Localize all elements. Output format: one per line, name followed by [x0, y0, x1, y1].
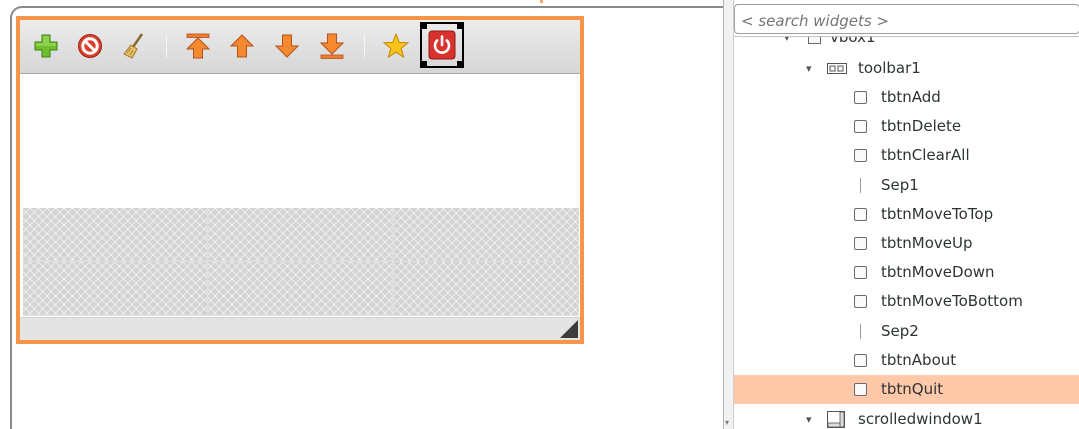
arrow-to-bottom-icon[interactable] — [318, 32, 346, 60]
tree-label: Sep1 — [881, 175, 919, 194]
separator-icon — [860, 323, 861, 339]
tree-row-tbtnclearall[interactable]: tbtnClearAll — [734, 141, 1079, 170]
tree-row-tbtndelete[interactable]: tbtnDelete — [734, 112, 1079, 141]
tree-row-scrolledwindow[interactable]: ▾ scrolledwindow1 — [734, 405, 1079, 429]
tree-label: tbtnMoveDown — [881, 263, 995, 282]
tool-button-icon — [854, 266, 867, 280]
tree-label: tbtnAdd — [881, 88, 941, 106]
panel-gutter: ▾ — [724, 0, 734, 429]
expander-icon[interactable]: ▾ — [806, 414, 818, 425]
tree-row-vbox[interactable]: ▾ vbox1 — [734, 36, 1079, 52]
selection-handle-bl[interactable] — [420, 61, 427, 68]
placeholder-cell[interactable] — [208, 208, 392, 261]
quit-button-selection[interactable] — [420, 22, 464, 68]
tool-button-icon — [854, 207, 867, 221]
placeholder-cell[interactable] — [23, 208, 207, 261]
placeholder-cell[interactable] — [393, 208, 579, 261]
tree-label: tbtnMoveToBottom — [881, 292, 1023, 311]
search-widgets-input[interactable] — [734, 4, 1079, 34]
toolbar-separator-2 — [364, 34, 365, 58]
toolbar-icon — [827, 63, 847, 74]
tree-label: tbtnClearAll — [881, 146, 970, 165]
selection-handle-br[interactable] — [457, 61, 464, 68]
status-bar — [20, 317, 580, 340]
selection-handle-tr[interactable] — [457, 22, 464, 29]
tool-button-icon — [854, 353, 867, 367]
tree-label: tbtnAbout — [881, 350, 957, 369]
tree-row-toolbar[interactable]: ▾ toolbar1 — [734, 54, 1079, 83]
separator-icon — [860, 177, 861, 193]
placeholder-cell[interactable] — [23, 262, 207, 315]
plus-icon[interactable] — [32, 32, 60, 60]
tree-label: scrolledwindow1 — [858, 410, 983, 428]
placeholder-cell[interactable] — [393, 262, 579, 315]
tool-button-icon — [854, 91, 867, 104]
tree-row-tbtnmovedown[interactable]: tbtnMoveDown — [734, 258, 1079, 287]
tree-label: vbox1 — [830, 36, 876, 46]
star-icon[interactable] — [382, 32, 410, 60]
tree-label: Sep2 — [881, 321, 919, 340]
canvas-marker — [540, 0, 543, 3]
arrow-up-icon[interactable] — [228, 32, 256, 60]
tool-button-icon — [854, 120, 867, 134]
scroll-down-arrow-icon[interactable]: ▾ — [725, 418, 729, 427]
selection-handle-tl[interactable] — [420, 22, 427, 29]
expander-icon[interactable]: ▾ — [806, 63, 818, 74]
tree-label: toolbar1 — [858, 59, 921, 77]
toolbar-separator-1 — [166, 34, 167, 58]
tree-row-sep2[interactable]: Sep2 — [734, 317, 1079, 346]
tool-button-icon — [854, 295, 867, 309]
tool-button-icon — [854, 237, 867, 250]
arrow-down-icon[interactable] — [273, 32, 301, 60]
tree-row-tbtnquit[interactable]: tbtnQuit — [734, 375, 1079, 404]
tree-row-tbtnmoveup[interactable]: tbtnMoveUp — [734, 229, 1079, 258]
design-canvas[interactable] — [0, 0, 723, 429]
tool-button-icon — [854, 383, 867, 396]
tree-row-tbtnmovetobottom[interactable]: tbtnMoveToBottom — [734, 287, 1079, 316]
resize-grip-icon[interactable] — [560, 320, 578, 338]
widget-tree[interactable]: ▾ vbox1 ▾ toolbar1 ▾ scrolledwindow1 tbt… — [734, 36, 1079, 429]
tree-row-tbtnadd[interactable]: tbtnAdd — [734, 83, 1079, 112]
tree-row-sep1[interactable]: Sep1 — [734, 171, 1079, 200]
toolbar-preview[interactable] — [20, 20, 580, 74]
power-icon[interactable] — [428, 30, 456, 60]
window-preview[interactable] — [16, 16, 584, 344]
arrow-to-top-icon[interactable] — [184, 32, 212, 60]
scrolled-window-icon — [827, 411, 845, 428]
widget-tree-panel: ▾ ▾ vbox1 ▾ toolbar1 ▾ — [723, 0, 1079, 429]
tool-button-icon — [854, 149, 867, 163]
broom-icon[interactable] — [120, 32, 148, 60]
tree-label: tbtnMoveUp — [881, 234, 973, 252]
tree-label: tbtnQuit — [881, 380, 944, 398]
tree-label: tbtnMoveToTop — [881, 204, 994, 223]
tree-label: tbtnDelete — [881, 117, 962, 136]
tree-row-tbtnmovetotop[interactable]: tbtnMoveToTop — [734, 200, 1079, 229]
empty-content-area[interactable] — [20, 75, 580, 209]
placeholder-cell[interactable] — [208, 262, 392, 315]
expander-icon[interactable]: ▾ — [784, 37, 796, 43]
placeholder-grid[interactable] — [23, 208, 579, 316]
tree-row-tbtnabout[interactable]: tbtnAbout — [734, 346, 1079, 375]
no-entry-icon[interactable] — [76, 32, 104, 60]
vbox-icon — [808, 37, 821, 44]
